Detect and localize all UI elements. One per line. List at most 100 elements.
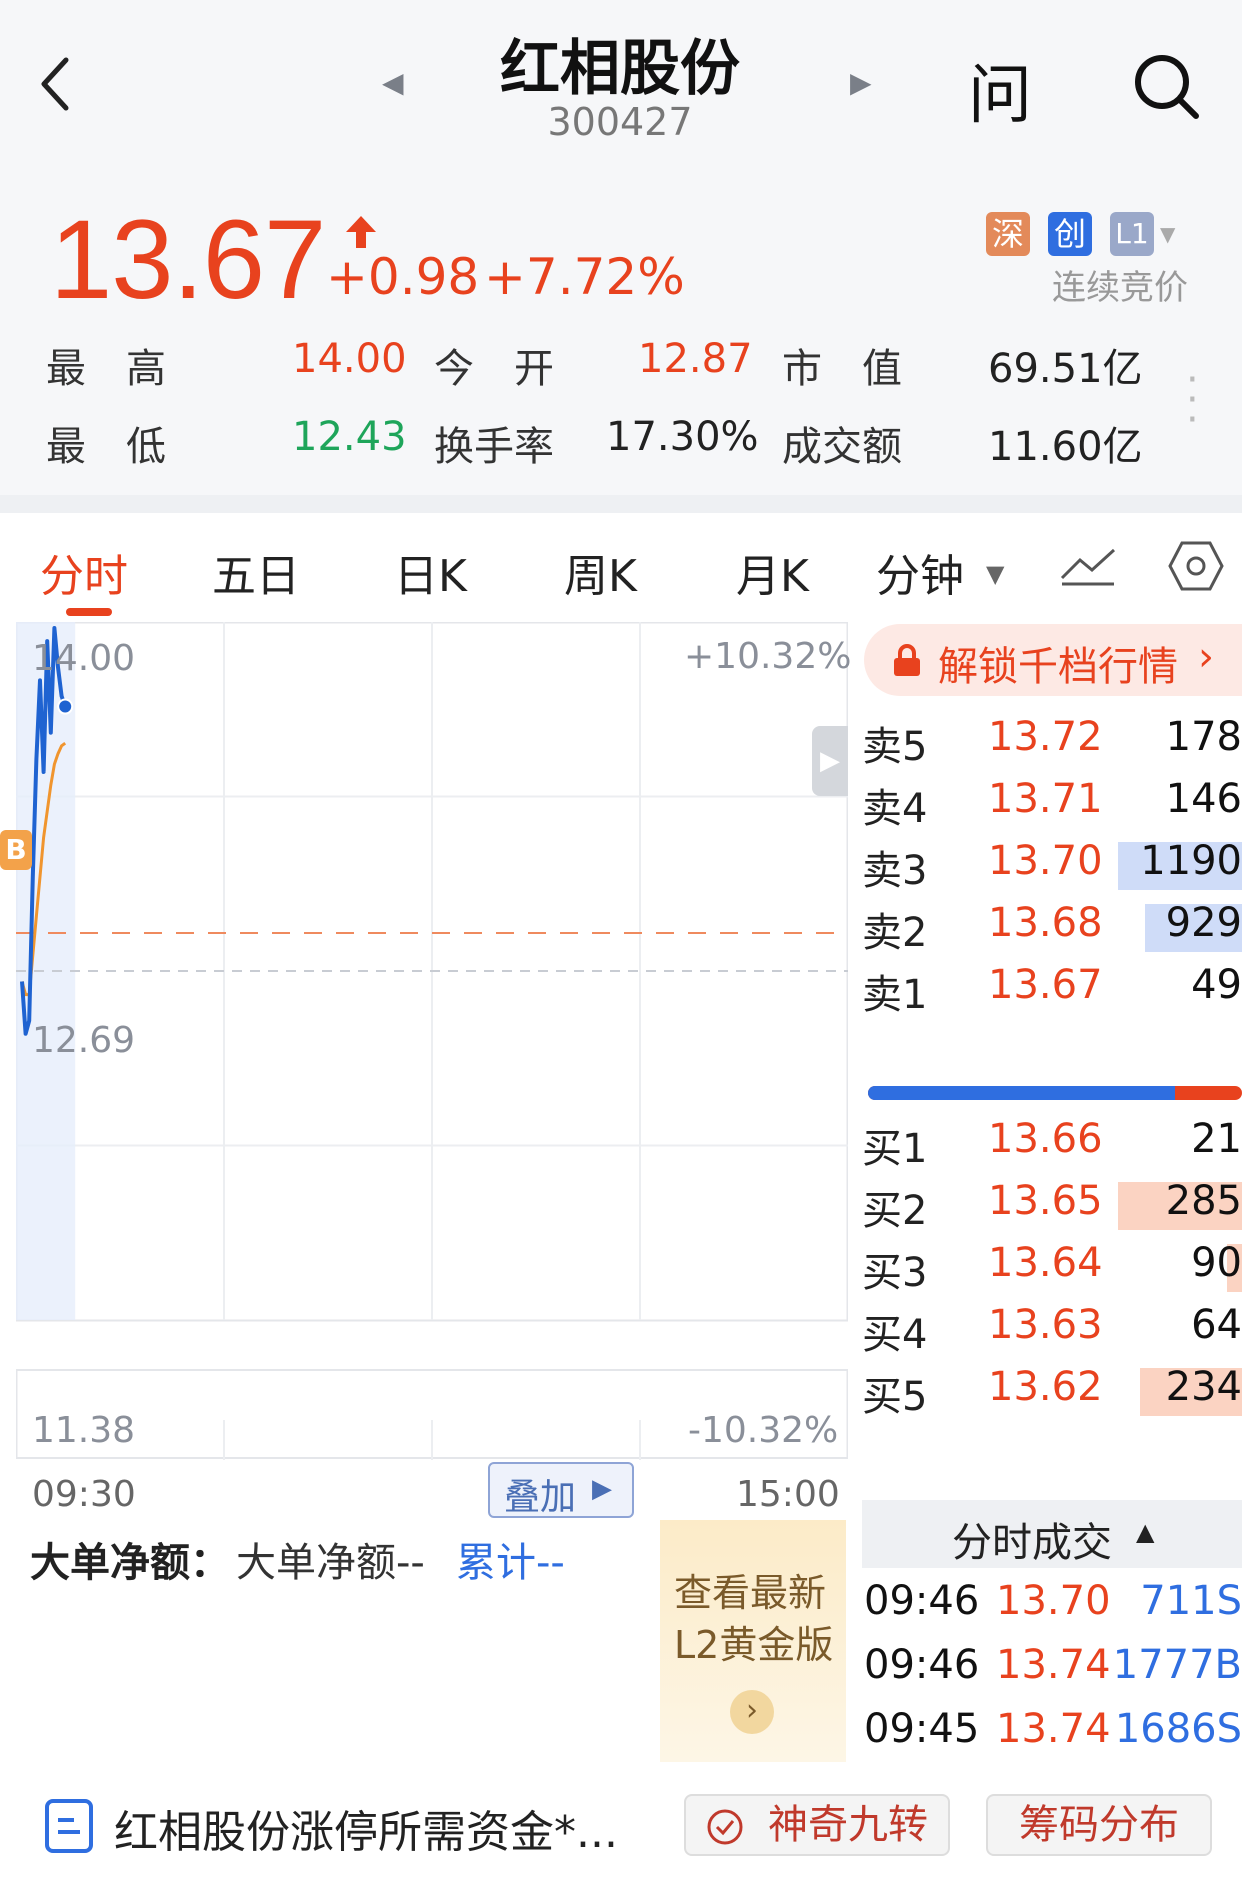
amount-label: 成交额 [782, 424, 902, 470]
pct-axis-bottom: -10.32% [688, 1410, 839, 1451]
trade-volume: 1777B [1112, 1642, 1242, 1688]
trade-price: 13.74 [996, 1706, 1111, 1752]
ask-button[interactable]: 问 [968, 44, 1032, 136]
magic-nine-label: 神奇九转 [768, 1802, 928, 1848]
level-dropdown-icon[interactable]: ▼ [1160, 222, 1175, 246]
ask-level-price: 13.71 [988, 776, 1103, 822]
pct-axis-top: +10.32% [684, 636, 852, 677]
big-order-label: 大单净额： [30, 1540, 230, 1586]
expand-panel-icon[interactable]: ▶ [812, 726, 848, 796]
chip-distribution-button[interactable]: 筹码分布 [986, 1794, 1212, 1856]
intraday-chart[interactable] [16, 622, 848, 1460]
chart-canvas [16, 622, 848, 1460]
more-vertical-icon[interactable]: · · · [1186, 360, 1199, 440]
tab-intraday[interactable]: 分时 [40, 540, 128, 604]
buy-marker[interactable]: B [0, 830, 32, 870]
ask-row[interactable]: 卖3 13.70 1190 [862, 838, 1242, 898]
bid-level-label: 买5 [862, 1374, 928, 1420]
market-badge: 深 [986, 212, 1030, 256]
ask-level-price: 13.72 [988, 714, 1103, 760]
search-icon[interactable] [1132, 52, 1202, 122]
ask-level-volume: 49 [1191, 962, 1242, 1008]
overlay-label: 叠加 [504, 1477, 577, 1518]
back-arrow-icon[interactable] [36, 56, 76, 112]
low-label: 最 低 [46, 424, 166, 470]
bid-row[interactable]: 买4 13.63 64 [862, 1302, 1242, 1362]
time-start: 09:30 [32, 1474, 136, 1515]
trade-time: 09:46 [864, 1578, 980, 1624]
ask-level-label: 卖3 [862, 848, 928, 894]
price-change: +0.98 [326, 248, 480, 306]
last-price-dot [57, 698, 74, 715]
lock-icon [894, 644, 920, 676]
overlay-button[interactable]: 叠加 ▶ [488, 1462, 634, 1518]
unlock-depth-button[interactable]: 解锁千档行情 › [864, 624, 1242, 696]
ask-row[interactable]: 卖2 13.68 929 [862, 900, 1242, 960]
ask-level-label: 卖1 [862, 972, 928, 1018]
bid-row[interactable]: 买5 13.62 234 [862, 1364, 1242, 1424]
bid-level-label: 买3 [862, 1250, 928, 1296]
ask-level-volume: 1190 [1140, 838, 1242, 884]
bid-level-volume: 234 [1165, 1364, 1242, 1410]
ask-level-volume: 929 [1165, 900, 1242, 946]
mcap-value: 69.51亿 [988, 346, 1143, 392]
turnover-label: 换手率 [434, 424, 554, 470]
bid-row[interactable]: 买1 13.66 21 [862, 1116, 1242, 1176]
trades-header[interactable]: 分时成交 ▲ [862, 1500, 1242, 1568]
low-value: 12.43 [292, 414, 407, 460]
time-end: 15:00 [736, 1474, 840, 1515]
bid-row[interactable]: 买3 13.64 90 [862, 1240, 1242, 1300]
l2-promo-card[interactable]: 查看最新 L2黄金版 › [660, 1520, 846, 1762]
trade-volume: 711S [1140, 1578, 1242, 1624]
tab-weekly-k[interactable]: 周K [564, 540, 637, 604]
bid-level-volume: 21 [1191, 1116, 1242, 1162]
tab-daily-k[interactable]: 日K [394, 540, 467, 604]
trade-price: 13.70 [996, 1578, 1111, 1624]
news-doc-icon [45, 1799, 93, 1853]
ask-row[interactable]: 卖1 13.67 49 [862, 962, 1242, 1022]
ask-level-label: 卖2 [862, 910, 928, 956]
active-tab-indicator [66, 608, 112, 616]
bid-level-price: 13.62 [988, 1364, 1103, 1410]
up-arrow-icon [346, 216, 376, 248]
promo-chevron-icon: › [730, 1690, 774, 1734]
y-axis-mid: 12.69 [32, 1020, 136, 1061]
tab-monthly-k[interactable]: 月K [736, 540, 809, 604]
ask-level-price: 13.67 [988, 962, 1103, 1008]
amount-value: 11.60亿 [988, 424, 1143, 470]
ask-level-price: 13.68 [988, 900, 1103, 946]
trade-price: 13.74 [996, 1642, 1111, 1688]
ask-level-label: 卖4 [862, 786, 928, 832]
unlock-chevron-icon: › [1198, 634, 1214, 680]
settings-hex-icon[interactable] [1168, 540, 1224, 592]
bid-level-volume: 90 [1191, 1240, 1242, 1286]
stock-code: 300427 [547, 100, 693, 144]
auction-status: 连续竞价 [1052, 268, 1188, 308]
ask-row[interactable]: 卖5 13.72 178 [862, 714, 1242, 774]
ask-level-price: 13.70 [988, 838, 1103, 884]
bid-level-label: 买1 [862, 1126, 928, 1172]
buy-sell-ratio-bar [868, 1086, 1242, 1100]
divider [0, 495, 1242, 513]
bid-row[interactable]: 买2 13.65 285 [862, 1178, 1242, 1238]
trade-time: 09:46 [864, 1642, 980, 1688]
bid-level-price: 13.66 [988, 1116, 1103, 1162]
level-badge[interactable]: L1 [1110, 212, 1154, 256]
caret-up-icon: ▲ [1136, 1518, 1155, 1546]
next-stock-icon[interactable]: ▶ [850, 66, 872, 99]
mcap-label: 市 值 [782, 346, 902, 392]
tab-five-day[interactable]: 五日 [212, 540, 300, 604]
chevron-down-icon[interactable]: ▼ [986, 560, 1004, 588]
ask-row[interactable]: 卖4 13.71 146 [862, 776, 1242, 836]
indicator-settings-icon[interactable] [1058, 542, 1118, 588]
y-axis-bottom: 11.38 [32, 1410, 136, 1451]
bid-level-price: 13.63 [988, 1302, 1103, 1348]
open-label: 今 开 [434, 346, 554, 392]
board-badge: 创 [1048, 212, 1092, 256]
caret-right-icon: ▶ [592, 1474, 612, 1504]
tab-minute[interactable]: 分钟 [876, 540, 964, 604]
ratio-buy-fill [868, 1086, 1175, 1100]
current-price: 13.67 [50, 197, 326, 322]
news-headline[interactable]: 红相股份涨停所需资金*... [114, 1796, 618, 1860]
magic-nine-button[interactable]: 神奇九转 [684, 1794, 950, 1856]
